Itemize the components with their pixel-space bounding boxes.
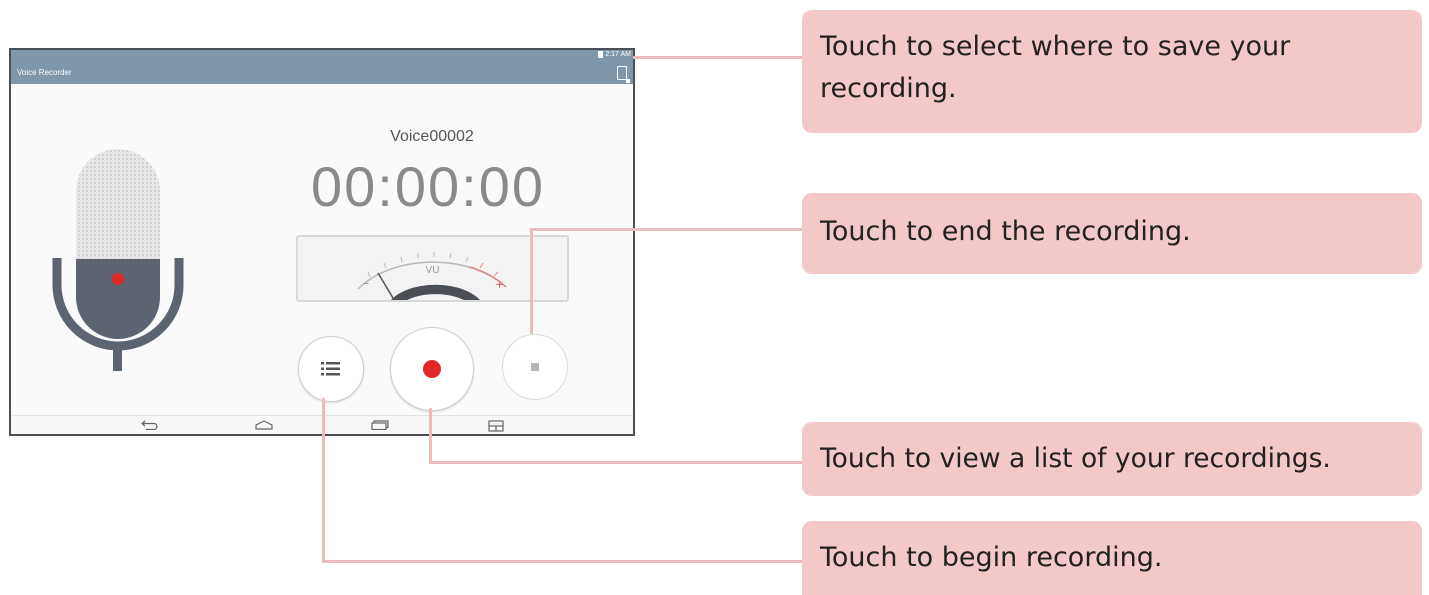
callout-storage: Touch to select where to save your recor…: [802, 10, 1422, 133]
connector-stop-vertical: [530, 228, 533, 334]
callout-stop: Touch to end the recording.: [802, 193, 1422, 274]
app-bar: Voice Recorder 2:17 AM: [11, 50, 633, 84]
tablet-screen: Voice Recorder 2:17 AM Voice00002 00:00:…: [9, 48, 635, 436]
vu-needle: [377, 272, 396, 300]
recent-apps-icon[interactable]: [371, 420, 389, 430]
back-icon[interactable]: [141, 420, 159, 430]
vu-minus-label: –: [364, 278, 369, 289]
connector-storage: [633, 56, 803, 59]
callout-storage-text: Touch to select where to save your recor…: [820, 31, 1291, 104]
stop-icon: [531, 363, 539, 371]
mic-record-dot: [112, 273, 124, 285]
status-time: 2:17 AM: [605, 51, 631, 58]
connector-list-horizontal: [429, 461, 803, 464]
microphone-icon: [52, 149, 184, 371]
list-icon: [321, 362, 340, 376]
battery-icon: [598, 51, 604, 58]
app-title: Voice Recorder: [17, 68, 72, 77]
connector-record-horizontal: [322, 560, 803, 563]
connector-record-vertical: [322, 398, 325, 563]
recording-file-name: Voice00002: [390, 128, 474, 145]
callout-stop-text: Touch to end the recording.: [820, 216, 1191, 247]
record-icon: [423, 360, 441, 378]
vu-plus-label: +: [495, 278, 505, 291]
stop-button[interactable]: [502, 334, 568, 400]
elapsed-timer: 00:00:00: [311, 155, 545, 218]
record-button[interactable]: [390, 327, 474, 411]
callout-list: Touch to view a list of your recordings.: [802, 422, 1422, 496]
home-icon[interactable]: [255, 420, 273, 430]
callout-record: Touch to begin recording.: [802, 521, 1422, 595]
callout-list-text: Touch to view a list of your recordings.: [820, 443, 1331, 474]
connector-stop-horizontal: [530, 228, 803, 231]
vu-meter: VU – +: [296, 235, 569, 302]
storage-location-button[interactable]: [617, 66, 630, 83]
callout-record-text: Touch to begin recording.: [820, 542, 1163, 573]
recordings-list-button[interactable]: [298, 336, 364, 402]
dual-window-icon[interactable]: [487, 420, 505, 432]
vu-label: VU: [425, 265, 440, 276]
connector-list-vertical: [429, 408, 432, 464]
status-bar: 2:17 AM: [598, 51, 631, 58]
